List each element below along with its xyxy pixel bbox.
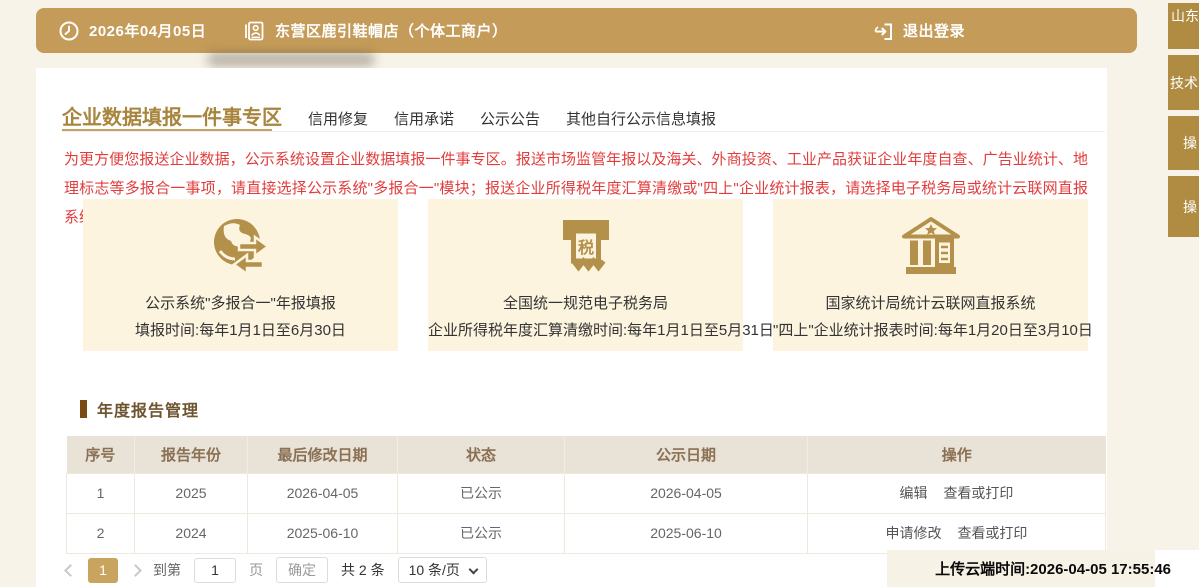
prev-page-icon[interactable] xyxy=(64,564,77,577)
topbar: 2026年04月05日 东营区鹿引鞋帽店（个体工商户） 退出登录 xyxy=(36,8,1137,53)
page-size-select[interactable]: 10 条/页 xyxy=(398,557,487,583)
col-report-year: 报告年份 xyxy=(135,436,248,473)
tab-enterprise-data-filing[interactable]: 企业数据填报一件事专区 xyxy=(62,101,282,130)
cell-published: 2025-06-10 xyxy=(565,513,808,553)
section-title: 年度报告管理 xyxy=(97,397,199,421)
card-electronic-tax-bureau[interactable]: 税 全国统一规范电子税务局 企业所得税年度汇算清缴时间:每年1月1日至5月31日 xyxy=(428,199,743,351)
logout-button[interactable]: 退出登录 xyxy=(872,8,965,53)
side-tab-tech[interactable]: 技术 xyxy=(1168,55,1199,110)
tab-credit-repair[interactable]: 信用修复 xyxy=(308,108,368,129)
edit-link[interactable]: 编辑 xyxy=(900,485,928,501)
col-operations: 操作 xyxy=(808,436,1106,473)
card-title: 全国统一规范电子税务局 xyxy=(428,292,743,313)
bank-icon xyxy=(773,213,1088,285)
cell-modified: 2025-06-10 xyxy=(248,513,398,553)
tax-badge-icon: 税 xyxy=(428,213,743,285)
card-title: 国家统计局统计云联网直报系统 xyxy=(773,292,1088,313)
pagination-bar: 1 到第 页 确定 共 2 条 10 条/页 xyxy=(66,557,487,583)
card-subtitle: 企业所得税年度汇算清缴时间:每年1月1日至5月31日 xyxy=(428,319,743,340)
cell-status: 已公示 xyxy=(398,473,565,513)
company-name: 东营区鹿引鞋帽店（个体工商户） xyxy=(275,20,508,41)
page-size-value: 10 条/页 xyxy=(409,562,460,578)
svg-text:税: 税 xyxy=(577,238,593,257)
view-or-print-link[interactable]: 查看或打印 xyxy=(957,525,1027,541)
side-tab-label: 山东 xyxy=(1171,8,1199,24)
globe-swap-icon xyxy=(83,213,398,285)
main-panel: 企业数据填报一件事专区 信用修复 信用承诺 公示公告 其他自行公示信息填报 为更… xyxy=(36,68,1107,587)
id-badge-icon xyxy=(244,20,266,42)
table-row: 2 2024 2025-06-10 已公示 2025-06-10 申请修改 查看… xyxy=(67,513,1106,553)
cell-status: 已公示 xyxy=(398,513,565,553)
topbar-company-group: 东营区鹿引鞋帽店（个体工商户） xyxy=(244,8,508,53)
clock-icon xyxy=(58,20,80,42)
apply-modify-link[interactable]: 申请修改 xyxy=(886,525,942,541)
tab-bar: 企业数据填报一件事专区 信用修复 信用承诺 公示公告 其他自行公示信息填报 xyxy=(62,101,716,130)
logout-icon xyxy=(872,20,894,42)
col-status: 状态 xyxy=(398,436,565,473)
tab-credit-promise[interactable]: 信用承诺 xyxy=(394,108,454,129)
card-subtitle: 填报时间:每年1月1日至6月30日 xyxy=(83,319,398,340)
cell-year: 2024 xyxy=(135,513,248,553)
card-subtitle: "四上"企业统计报表时间:每年1月20日至3月10日 xyxy=(773,319,1088,340)
table-row: 1 2025 2026-04-05 已公示 2026-04-05 编辑 查看或打… xyxy=(67,473,1106,513)
annual-report-section-header: 年度报告管理 xyxy=(80,397,199,421)
total-count-label: 共 2 条 xyxy=(341,560,385,580)
card-statistics-direct-report[interactable]: 国家统计局统计云联网直报系统 "四上"企业统计报表时间:每年1月20日至3月10… xyxy=(773,199,1088,351)
page-unit-label: 页 xyxy=(249,560,263,580)
card-title: 公示系统"多报合一"年报填报 xyxy=(83,292,398,313)
col-index: 序号 xyxy=(67,436,135,473)
col-last-modified: 最后修改日期 xyxy=(248,436,398,473)
goto-label: 到第 xyxy=(153,560,181,580)
tab-bar-divider xyxy=(62,131,1105,132)
chevron-down-icon xyxy=(468,565,478,575)
current-page-button[interactable]: 1 xyxy=(88,558,118,583)
cell-modified: 2026-04-05 xyxy=(248,473,398,513)
page-number-input[interactable] xyxy=(194,558,236,583)
side-tab-guide-2[interactable]: 操 xyxy=(1168,176,1199,237)
side-tab-label: 操 xyxy=(1183,197,1197,217)
section-marker xyxy=(80,400,87,418)
card-annual-report-filing[interactable]: 公示系统"多报合一"年报填报 填报时间:每年1月1日至6月30日 xyxy=(83,199,398,351)
cell-year: 2025 xyxy=(135,473,248,513)
confirm-button[interactable]: 确定 xyxy=(276,557,328,583)
side-tab-label: 技术 xyxy=(1170,73,1198,93)
topbar-dropdown-shadow xyxy=(207,52,375,67)
table-header-row: 序号 报告年份 最后修改日期 状态 公示日期 操作 xyxy=(67,436,1106,473)
cell-operations: 申请修改 查看或打印 xyxy=(808,513,1106,553)
logout-label: 退出登录 xyxy=(903,20,965,41)
feature-card-row: 公示系统"多报合一"年报填报 填报时间:每年1月1日至6月30日 税 全国统一规… xyxy=(83,199,1088,351)
col-publish-date: 公示日期 xyxy=(565,436,808,473)
side-tab-shandong[interactable]: 山东 xyxy=(1168,3,1199,49)
tab-public-notice[interactable]: 公示公告 xyxy=(480,108,540,129)
side-tab-guide-1[interactable]: 操 xyxy=(1168,116,1199,170)
tab-other-self-disclosure[interactable]: 其他自行公示信息填报 xyxy=(566,108,716,129)
annual-report-table: 序号 报告年份 最后修改日期 状态 公示日期 操作 1 2025 2026-04… xyxy=(66,436,1106,554)
cell-index: 1 xyxy=(67,473,135,513)
upload-time-label: 上传云端时间:2026-04-05 17:55:46 xyxy=(935,558,1171,579)
side-tab-label: 操 xyxy=(1183,133,1197,153)
current-date: 2026年04月05日 xyxy=(89,20,206,41)
next-page-icon[interactable] xyxy=(129,564,142,577)
view-or-print-link[interactable]: 查看或打印 xyxy=(943,485,1013,501)
topbar-date-group: 2026年04月05日 xyxy=(58,8,206,53)
cell-operations: 编辑 查看或打印 xyxy=(808,473,1106,513)
cell-index: 2 xyxy=(67,513,135,553)
cell-published: 2026-04-05 xyxy=(565,473,808,513)
